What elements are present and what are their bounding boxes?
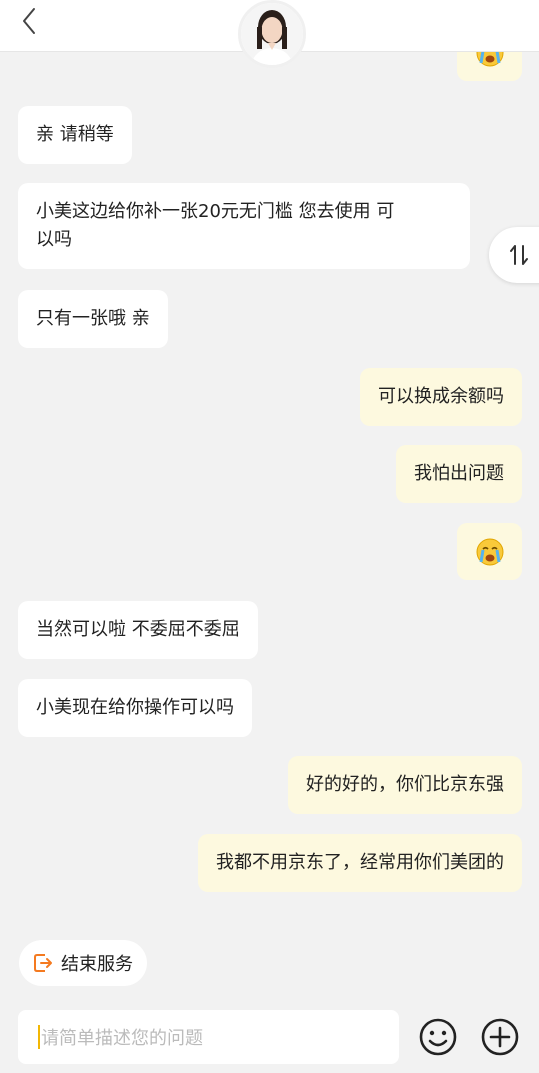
message-bubble-agent: 小美这边给你补一张20元无门槛 您去使用 可 以吗 (18, 183, 470, 269)
message-bubble-self (457, 52, 522, 81)
message-bubble-self: 我怕出问题 (396, 445, 522, 503)
message-text: 当然可以啦 不委屈不委屈 (36, 619, 240, 640)
message-text-line: 小美这边给你补一张20元无门槛 您去使用 可 (36, 201, 395, 222)
message-bubble-self (457, 523, 522, 580)
message-text: 亲 请稍等 (36, 124, 114, 145)
message-text: 只有一张哦 亲 (36, 308, 150, 329)
end-service-button[interactable]: 结束服务 (19, 940, 147, 986)
message-text-line: 以吗 (36, 229, 72, 250)
message-bubble-agent: 小美现在给你操作可以吗 (18, 679, 252, 737)
message-bubble-agent: 亲 请稍等 (18, 106, 132, 164)
crying-face-icon (476, 52, 503, 66)
message-text: 可以换成余额吗 (378, 386, 504, 407)
add-button[interactable] (480, 1017, 520, 1057)
message-input[interactable]: 请简单描述您的问题 (18, 1010, 399, 1064)
chat-area[interactable]: 亲 请稍等 小美这边给你补一张20元无门槛 您去使用 可 以吗 只有一张哦 亲 … (0, 52, 539, 925)
chevron-left-icon (23, 8, 35, 34)
back-button[interactable] (14, 6, 44, 36)
message-bubble-agent: 当然可以啦 不委屈不委屈 (18, 601, 258, 659)
exit-icon (34, 954, 52, 972)
swap-vertical-icon (510, 245, 528, 265)
scroll-toggle-button[interactable] (489, 227, 539, 283)
avatar-image (241, 3, 303, 65)
message-text: 好的好的，你们比京东强 (306, 774, 504, 795)
message-text: 我怕出问题 (414, 463, 504, 484)
message-bubble-self: 可以换成余额吗 (360, 368, 522, 426)
message-bubble-self: 好的好的，你们比京东强 (288, 756, 522, 814)
message-bubble-self: 我都不用京东了，经常用你们美团的 (198, 834, 522, 892)
input-placeholder: 请简单描述您的问题 (41, 1028, 203, 1049)
agent-avatar[interactable] (238, 0, 306, 68)
message-text: 我都不用京东了，经常用你们美团的 (216, 852, 504, 873)
message-bubble-agent: 只有一张哦 亲 (18, 290, 168, 348)
crying-face-icon (476, 538, 503, 565)
message-text: 小美现在给你操作可以吗 (36, 697, 234, 718)
smiley-icon (419, 1018, 457, 1056)
end-service-label: 结束服务 (61, 954, 133, 975)
text-caret (38, 1025, 40, 1049)
bottom-bar: 结束服务 请简单描述您的问题 (0, 925, 539, 1073)
plus-circle-icon (481, 1018, 519, 1056)
emoji-button[interactable] (418, 1017, 458, 1057)
